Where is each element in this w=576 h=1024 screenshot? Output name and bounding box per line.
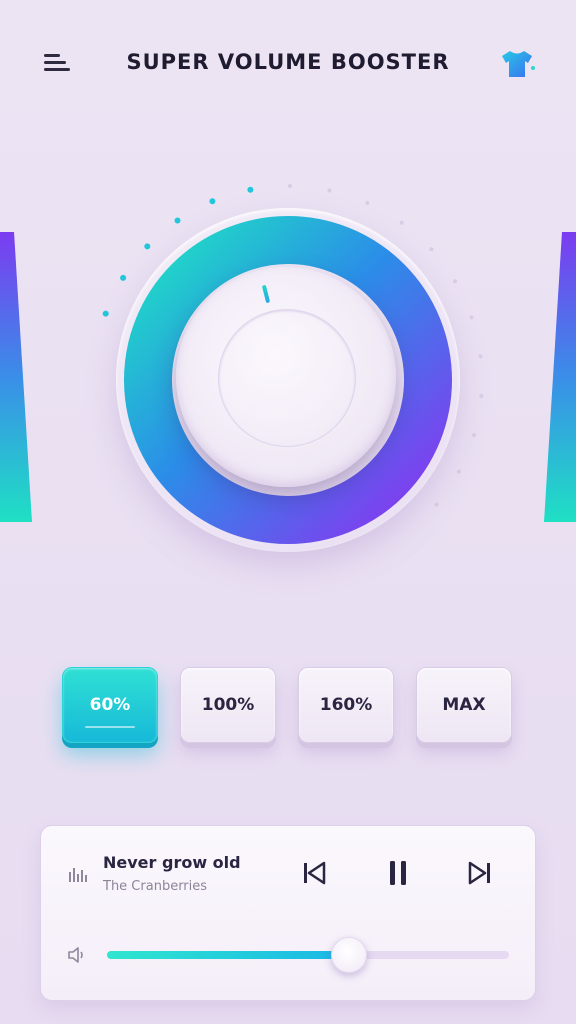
equalizer-icon bbox=[67, 866, 91, 882]
level-tick bbox=[327, 188, 332, 193]
speaker-icon bbox=[67, 945, 91, 965]
volume-slider[interactable] bbox=[107, 937, 509, 973]
level-tick bbox=[365, 200, 370, 205]
right-visualizer-bar bbox=[544, 232, 576, 522]
active-underline bbox=[85, 726, 135, 728]
level-tick bbox=[453, 279, 457, 284]
level-tick bbox=[478, 354, 483, 359]
preset-60-button[interactable]: 60% bbox=[62, 667, 158, 743]
volume-fill bbox=[107, 951, 349, 959]
knob-dial[interactable] bbox=[176, 267, 396, 487]
preset-label: 160% bbox=[319, 695, 373, 715]
pause-icon[interactable] bbox=[381, 856, 415, 890]
level-tick bbox=[102, 310, 109, 317]
app-title: SUPER VOLUME BOOSTER bbox=[126, 50, 450, 74]
preset-label: 100% bbox=[201, 695, 255, 715]
level-tick bbox=[288, 184, 292, 188]
preset-100-button[interactable]: 100% bbox=[180, 667, 276, 743]
level-tick bbox=[479, 393, 484, 398]
preset-160-button[interactable]: 160% bbox=[298, 667, 394, 743]
song-artist: The Cranberries bbox=[103, 879, 208, 894]
level-tick bbox=[247, 186, 254, 193]
song-title: Never grow old bbox=[103, 853, 241, 872]
volume-thumb[interactable] bbox=[331, 937, 368, 973]
level-tick bbox=[469, 315, 474, 320]
preset-label: 60% bbox=[89, 695, 131, 715]
preset-label: MAX bbox=[442, 695, 486, 715]
volume-boost-knob[interactable] bbox=[88, 180, 488, 580]
level-tick bbox=[209, 198, 216, 205]
level-tick bbox=[472, 433, 476, 437]
top-bar: SUPER VOLUME BOOSTER bbox=[0, 0, 576, 125]
preset-buttons: 60% 100% 160% MAX bbox=[62, 667, 516, 747]
knob-groove bbox=[218, 309, 356, 447]
preset-max-button[interactable]: MAX bbox=[416, 667, 512, 743]
level-tick bbox=[456, 469, 461, 474]
now-playing-card: Never grow old The Cranberries bbox=[40, 825, 536, 1001]
left-visualizer-bar bbox=[0, 232, 32, 522]
tshirt-theme-icon[interactable] bbox=[498, 46, 538, 82]
next-icon[interactable] bbox=[463, 856, 497, 890]
previous-icon[interactable] bbox=[297, 856, 331, 890]
